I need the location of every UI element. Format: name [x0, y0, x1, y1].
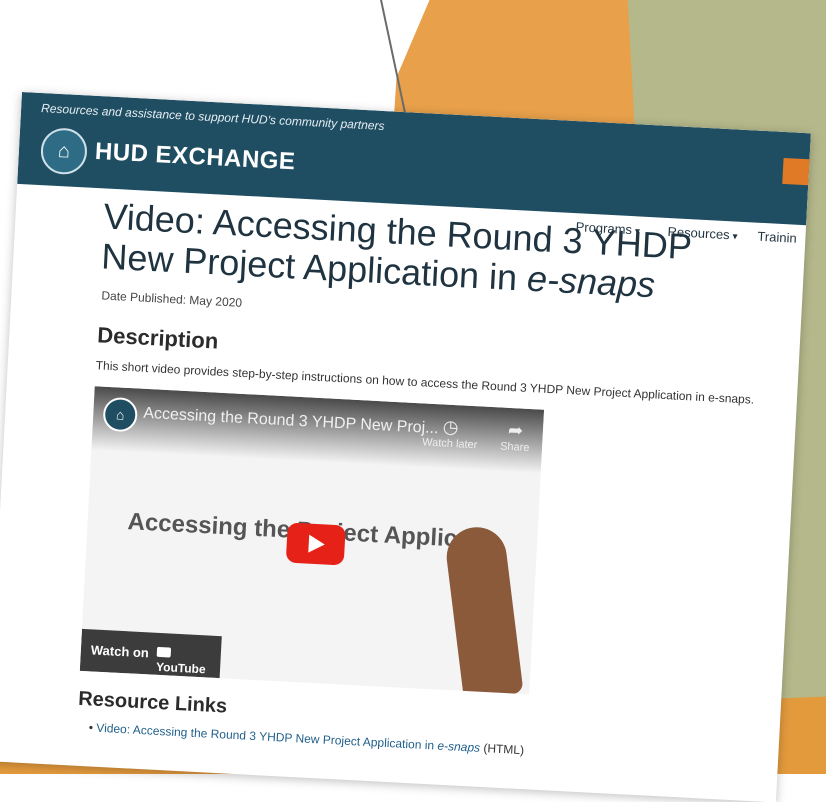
clock-icon: ◷: [442, 416, 460, 438]
nav-item-training[interactable]: Trainin: [757, 229, 797, 246]
site-tagline: Resources and assistance to support HUD'…: [40, 101, 385, 134]
play-icon[interactable]: [285, 522, 346, 566]
share-icon: ➦: [507, 419, 524, 441]
watch-later-button[interactable]: ◷ Watch later: [422, 415, 479, 451]
screenshot-page: Resources and assistance to support HUD'…: [0, 92, 811, 802]
description-heading: Description: [96, 322, 219, 354]
watch-on-label: Watch on: [90, 642, 150, 661]
resource-link-item: • Video: Accessing the Round 3 YHDP New …: [88, 720, 525, 758]
nav-item-label: Trainin: [757, 228, 798, 246]
hand-image: [443, 523, 524, 695]
share-label: Share: [499, 440, 530, 455]
youtube-label: YouTube: [155, 659, 206, 677]
resource-link[interactable]: Video: Accessing the Round 3 YHDP New Pr…: [96, 721, 480, 755]
resource-link-suffix: (HTML): [479, 740, 525, 758]
page-title-em: e-snaps: [526, 257, 657, 306]
share-button[interactable]: ➦ Share: [500, 420, 531, 454]
video-embed[interactable]: ⌂ Accessing the Round 3 YHDP New Proj...…: [79, 386, 545, 695]
resource-link-main: Video: Accessing the Round 3 YHDP New Pr…: [96, 720, 438, 753]
watch-on-youtube-button[interactable]: Watch on YouTube: [79, 628, 222, 679]
resource-links-heading: Resource Links: [77, 687, 228, 718]
hud-seal-icon[interactable]: ⌂: [39, 127, 89, 176]
resource-link-em: e-snaps: [437, 738, 481, 755]
youtube-logo-icon: YouTube: [156, 646, 221, 677]
date-published: Date Published: May 2020: [101, 288, 243, 310]
header-orange-button[interactable]: [782, 157, 810, 186]
site-brand[interactable]: HUD EXCHANGE: [94, 138, 296, 176]
